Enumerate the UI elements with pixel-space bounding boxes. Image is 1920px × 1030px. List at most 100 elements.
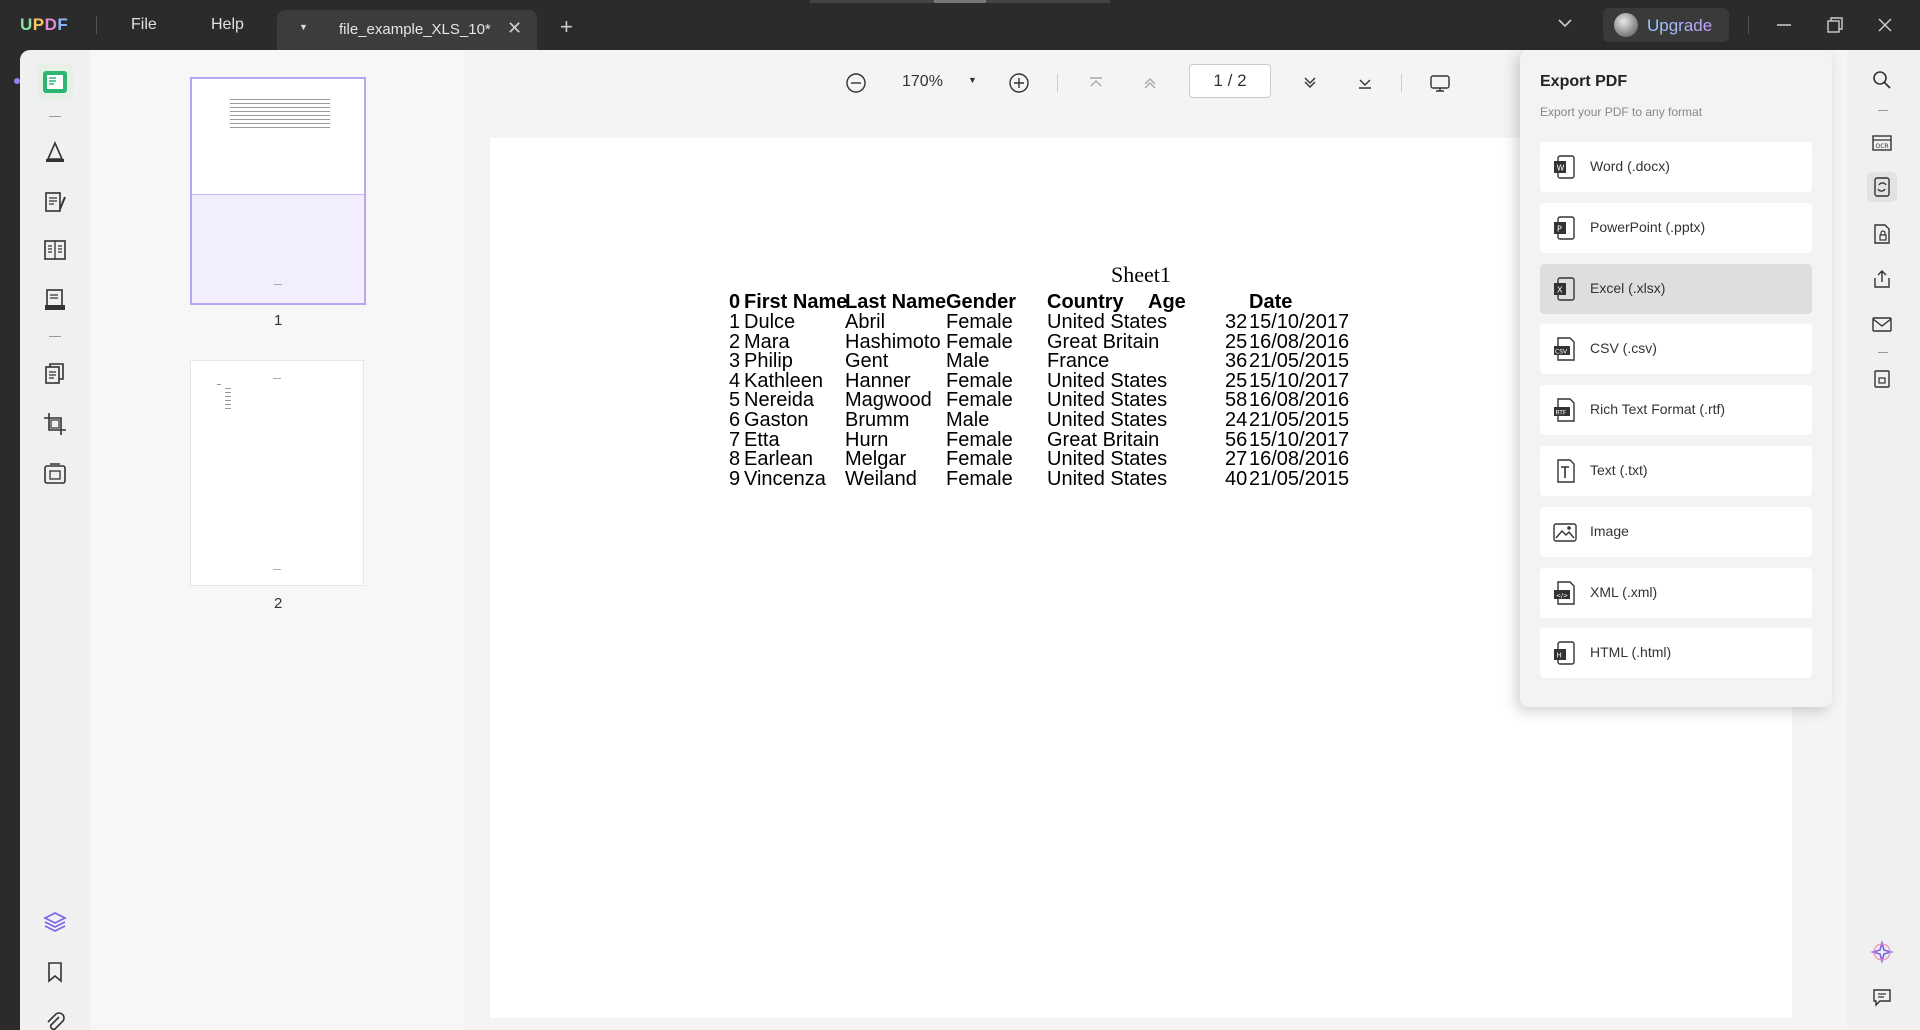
last-page-button[interactable]: [1352, 70, 1378, 96]
zoom-in-button[interactable]: [1006, 70, 1032, 96]
comments-tool[interactable]: [1867, 982, 1897, 1012]
save-icon: [1874, 370, 1890, 388]
highlighter-icon: [46, 141, 64, 162]
table-cell-gender: Female: [946, 468, 1013, 490]
layers-tool[interactable]: [37, 904, 73, 940]
export-item-image[interactable]: Image: [1540, 506, 1812, 557]
first-page-button[interactable]: [1083, 70, 1109, 96]
thumb-text: [230, 99, 330, 100]
presentation-button[interactable]: [1427, 70, 1453, 96]
export-item-xml[interactable]: </> XML (.xml): [1540, 567, 1812, 618]
document-tab[interactable]: ▼ file_example_XLS_10* ✕: [277, 10, 537, 50]
zoom-out-button[interactable]: [843, 70, 869, 96]
convert-tool[interactable]: [1867, 172, 1897, 202]
export-item-excel[interactable]: X Excel (.xlsx): [1540, 263, 1812, 314]
chevron-down-icon[interactable]: [1556, 14, 1574, 32]
svg-text:X: X: [1557, 285, 1563, 294]
export-item-label: Excel (.xlsx): [1590, 279, 1666, 296]
table-cell-country: United States: [1047, 468, 1168, 490]
organize-tool[interactable]: [37, 232, 73, 268]
attachment-tool[interactable]: [37, 1004, 73, 1030]
ai-assistant-tool[interactable]: [1867, 937, 1897, 967]
svg-text:RTF: RTF: [1556, 410, 1567, 417]
thumbnail-panel: 1 2: [90, 50, 465, 1030]
page-thumbnail-1[interactable]: [190, 77, 366, 305]
export-item-html[interactable]: H HTML (.html): [1540, 628, 1812, 679]
restore-icon[interactable]: [1822, 12, 1848, 38]
close-window-icon[interactable]: [1872, 12, 1898, 38]
pages-tool[interactable]: [37, 356, 73, 392]
export-item-label: CSV (.csv): [1590, 340, 1657, 357]
minimize-icon[interactable]: [1771, 12, 1797, 38]
convert-icon: [1874, 177, 1890, 197]
first-page-icon: [1090, 77, 1102, 87]
paperclip-icon: [47, 1012, 65, 1030]
powerpoint-icon: P: [1554, 216, 1575, 240]
tab-close-icon[interactable]: ✕: [507, 18, 522, 39]
divider: [1748, 16, 1749, 34]
page-thumbnail-2[interactable]: [190, 360, 364, 586]
ocr-tool[interactable]: [37, 456, 73, 492]
share-tool[interactable]: [1867, 264, 1897, 294]
zoom-dropdown-icon[interactable]: ▼: [968, 75, 977, 85]
export-panel-title: Export PDF: [1540, 73, 1628, 90]
prev-page-button[interactable]: [1137, 70, 1163, 96]
zoom-out-icon: [846, 73, 866, 93]
menu-help[interactable]: Help: [211, 16, 244, 34]
excel-icon: X: [1554, 276, 1575, 301]
tab-caret-icon[interactable]: ▼: [299, 22, 308, 32]
divider: [1878, 352, 1888, 353]
app-logo: UPDF: [20, 15, 69, 34]
edit-tool[interactable]: [37, 184, 73, 220]
thumb-text: [230, 127, 330, 128]
export-item-label: XML (.xml): [1590, 583, 1658, 600]
export-item-label: Image: [1590, 522, 1629, 539]
new-tab-icon[interactable]: +: [560, 14, 573, 40]
html-icon: H: [1554, 641, 1575, 666]
table-cell-last-name: Weiland: [845, 468, 917, 490]
table-cell-row-index: 9: [729, 468, 741, 490]
search-tool[interactable]: [1867, 65, 1897, 95]
image-icon: [1553, 523, 1577, 542]
menu-file[interactable]: File: [131, 16, 157, 34]
export-item-label: PowerPoint (.pptx): [1590, 218, 1706, 235]
export-item-rtf[interactable]: RTF Rich Text Format (.rtf): [1540, 385, 1812, 436]
next-page-button[interactable]: [1297, 70, 1323, 96]
export-item-csv[interactable]: CSV CSV (.csv): [1540, 324, 1812, 375]
svg-text:W: W: [1557, 164, 1565, 173]
export-item-powerpoint[interactable]: P PowerPoint (.pptx): [1540, 202, 1812, 253]
comment-tool[interactable]: [37, 134, 73, 170]
reader-tool[interactable]: [37, 64, 73, 100]
ocr-tool[interactable]: OCR: [1867, 127, 1897, 157]
export-pdf-panel: Export PDF Export your PDF to any format…: [1520, 50, 1832, 707]
email-tool[interactable]: [1867, 309, 1897, 339]
bookmark-tool[interactable]: [37, 954, 73, 990]
page-indicator[interactable]: 1 / 2: [1189, 64, 1271, 98]
crop-tool[interactable]: [37, 406, 73, 442]
xml-icon: </>: [1554, 580, 1575, 605]
upgrade-button[interactable]: Upgrade: [1603, 8, 1729, 42]
protect-tool[interactable]: [1867, 219, 1897, 249]
bookmark-icon: [48, 962, 62, 983]
thumb-text: [230, 111, 330, 112]
thumb-text: [273, 378, 281, 379]
export-item-label: Text (.txt): [1590, 462, 1648, 478]
title-bar: UPDF File Help ▼ file_example_XLS_10* ✕ …: [0, 0, 1920, 50]
form-icon: [45, 289, 65, 310]
export-item-text[interactable]: Text (.txt): [1540, 446, 1812, 496]
left-rail: [0, 50, 20, 1030]
thumb-text: [225, 400, 231, 401]
tools-sidebar: [20, 50, 90, 1030]
form-tool[interactable]: [37, 282, 73, 318]
thumb-text: [230, 107, 330, 108]
save-tool[interactable]: [1867, 364, 1897, 394]
thumb-footer: [274, 284, 282, 285]
share-icon: [1874, 270, 1890, 288]
zoom-value[interactable]: 170%: [902, 73, 943, 91]
rtf-icon: RTF: [1554, 398, 1575, 422]
divider: [49, 336, 61, 337]
thumb-text: [225, 388, 231, 389]
export-item-word[interactable]: W Word (.docx): [1540, 142, 1812, 192]
comment-icon: [1873, 989, 1891, 1007]
current-page[interactable]: 1: [1213, 71, 1222, 90]
